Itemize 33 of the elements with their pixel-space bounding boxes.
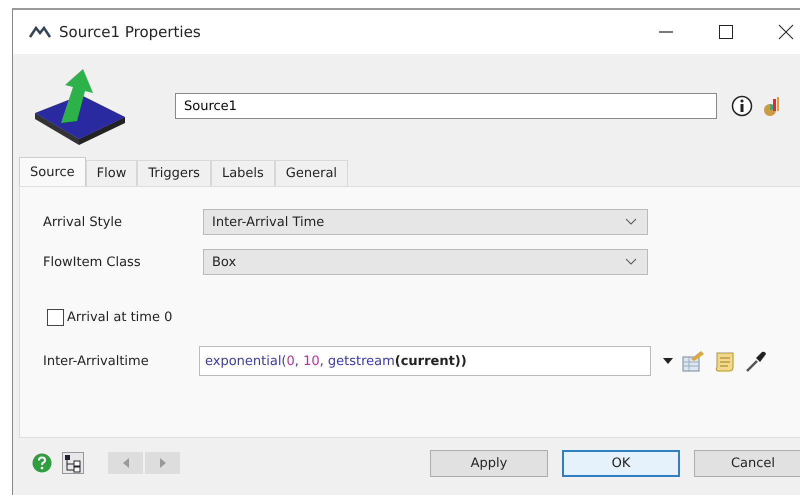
app-icon bbox=[29, 26, 51, 38]
chart-icon[interactable] bbox=[763, 95, 779, 117]
field-label: Inter-Arrivaltime bbox=[43, 354, 150, 368]
dialog-button[interactable]: Cancel bbox=[694, 450, 800, 476]
checkbox-label: Arrival at time 0 bbox=[67, 310, 172, 325]
name-field[interactable]: Source1 bbox=[175, 93, 717, 119]
info-icon[interactable] bbox=[731, 95, 753, 117]
chevron-icon bbox=[625, 218, 637, 226]
dialog-button[interactable]: OK bbox=[562, 450, 680, 476]
field-label: FlowItem Class bbox=[43, 254, 142, 270]
dialog-button[interactable]: Apply bbox=[430, 450, 548, 476]
window-title: Source1 Properties bbox=[59, 23, 201, 41]
minimize-icon bbox=[659, 31, 673, 33]
tab[interactable]: Triggers bbox=[137, 160, 211, 186]
right-triangle-icon bbox=[158, 458, 166, 468]
dropdown[interactable]: Inter-Arrival Time bbox=[203, 209, 648, 235]
tree-icon[interactable] bbox=[62, 452, 84, 474]
tab[interactable]: Labels bbox=[210, 160, 275, 186]
code-field[interactable]: exponential(0, 10, getstream(current)) bbox=[199, 346, 651, 376]
table-edit-icon[interactable] bbox=[681, 349, 705, 373]
help-icon[interactable] bbox=[32, 453, 52, 473]
caret-icon[interactable] bbox=[663, 358, 673, 364]
chevron-icon bbox=[625, 258, 637, 266]
tab[interactable]: General bbox=[274, 160, 348, 186]
tab[interactable]: Flow bbox=[86, 160, 138, 186]
field-label: Arrival Style bbox=[43, 214, 124, 230]
close-icon bbox=[777, 23, 795, 41]
maximize-icon bbox=[717, 23, 735, 41]
dropdown[interactable]: Box bbox=[203, 249, 648, 275]
eyedropper-icon[interactable] bbox=[745, 349, 767, 373]
tab[interactable]: Source bbox=[19, 157, 86, 186]
checkbox[interactable] bbox=[47, 309, 64, 326]
left-triangle-icon bbox=[122, 458, 130, 468]
